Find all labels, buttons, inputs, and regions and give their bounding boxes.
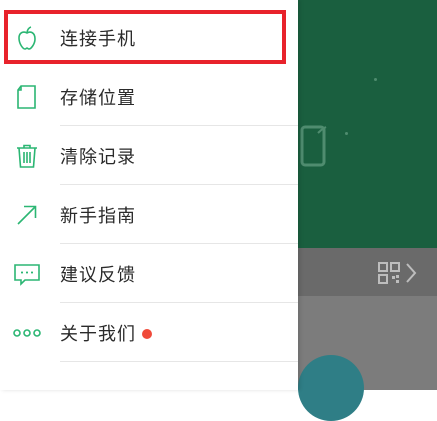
arrow-up-right-icon xyxy=(13,201,41,229)
side-drawer: 连接手机 存储位置 清除记录 新手指南 建议反馈 关于我们 xyxy=(0,0,298,390)
menu-item-about-label-group: 关于我们 xyxy=(60,320,152,346)
divider xyxy=(60,361,298,362)
background-dot xyxy=(345,132,348,135)
trash-icon xyxy=(13,142,41,170)
background-dot xyxy=(374,78,377,81)
chevron-right-icon[interactable] xyxy=(404,262,418,288)
menu-item-label: 关于我们 xyxy=(60,323,136,345)
highlight-annotation xyxy=(4,10,286,64)
notification-badge xyxy=(142,328,152,339)
menu-item-label: 新手指南 xyxy=(60,205,136,227)
menu-item-label: 建议反馈 xyxy=(60,264,136,286)
file-icon xyxy=(13,83,41,111)
menu-item-about-us[interactable]: 关于我们 xyxy=(0,303,298,362)
menu-item-beginner-guide[interactable]: 新手指南 xyxy=(0,185,298,244)
menu-item-storage-location[interactable]: 存储位置 xyxy=(0,67,298,126)
menu-item-clear-records[interactable]: 清除记录 xyxy=(0,126,298,185)
background-action-button[interactable] xyxy=(298,355,364,421)
menu-item-label: 存储位置 xyxy=(60,87,136,109)
phone-icon xyxy=(300,125,328,173)
qr-code-icon[interactable] xyxy=(378,262,400,288)
menu-item-label: 清除记录 xyxy=(60,146,136,168)
more-dots-icon xyxy=(13,319,41,347)
menu-item-feedback[interactable]: 建议反馈 xyxy=(0,244,298,303)
message-icon xyxy=(13,260,41,288)
